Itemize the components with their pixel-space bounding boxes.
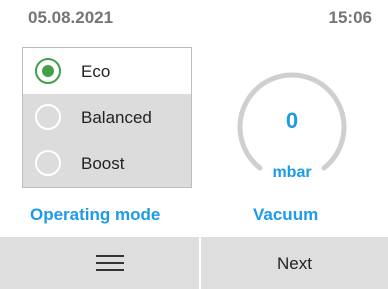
mode-option-boost[interactable]: Boost	[23, 140, 191, 186]
radio-unselected-icon[interactable]	[35, 150, 61, 176]
next-button[interactable]: Next	[201, 237, 388, 289]
vacuum-gauge: 0 mbar	[232, 56, 352, 186]
mode-label: Balanced	[81, 108, 152, 127]
bottom-bar: Next	[0, 237, 388, 289]
mode-option-balanced[interactable]: Balanced	[23, 94, 191, 140]
menu-button[interactable]	[0, 237, 199, 289]
operating-mode-list: Eco Balanced Boost	[22, 47, 192, 188]
date-label: 05.08.2021	[28, 8, 114, 27]
mode-option-eco[interactable]: Eco	[23, 48, 191, 94]
mode-label: Boost	[81, 154, 125, 173]
mode-label: Eco	[81, 62, 111, 81]
vacuum-caption: Vacuum	[253, 205, 319, 224]
next-label: Next	[277, 254, 312, 273]
radio-unselected-icon[interactable]	[35, 104, 61, 130]
radio-selected-icon[interactable]	[35, 58, 61, 84]
operating-mode-caption: Operating mode	[30, 205, 161, 224]
status-bar: 05.08.2021 15:06	[0, 0, 388, 36]
time-label: 15:06	[328, 8, 372, 27]
vacuum-value: 0	[285, 108, 299, 133]
vacuum-unit: mbar	[272, 164, 312, 181]
menu-icon[interactable]	[96, 252, 124, 274]
